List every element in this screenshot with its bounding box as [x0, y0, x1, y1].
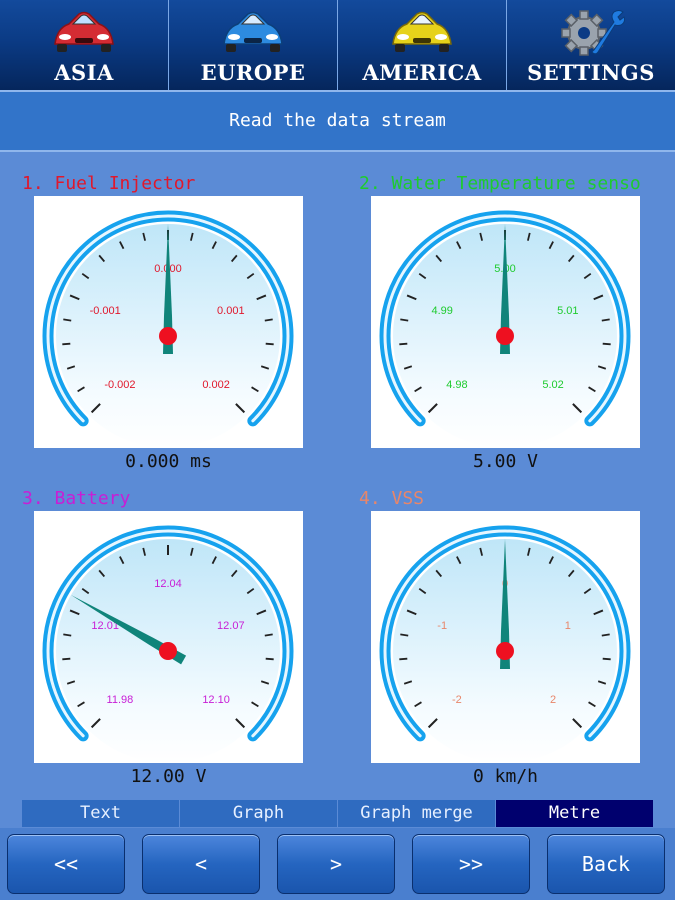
gauge-value: 0.000 ms: [125, 451, 212, 472]
gauge-dial: -2-1012: [371, 511, 640, 763]
gauge-tick: [399, 342, 408, 346]
gauge-tick-label: 4.98: [446, 379, 467, 391]
gauge-pivot: [159, 327, 177, 345]
tab-label: AMERICA: [362, 60, 482, 85]
gauge-value: 5.00 V: [472, 451, 539, 472]
tab-label: SETTINGS: [527, 60, 655, 85]
tab-label: ASIA: [54, 60, 114, 85]
gauge-tick: [399, 657, 408, 661]
gauge-tick: [63, 318, 72, 322]
tab-america[interactable]: AMERICA: [338, 0, 507, 90]
gauge-fuel-injector: 1. Fuel Injector -0.002-0.0010.0000.0010…: [0, 173, 338, 478]
tab-settings[interactable]: SETTINGS: [507, 0, 675, 90]
gauge-tick: [265, 657, 274, 661]
gear-wrench-icon: [561, 10, 626, 56]
tab-label: EUROPE: [200, 60, 306, 85]
title-bar: Read the data stream: [0, 90, 675, 152]
gauge-tick: [264, 633, 273, 637]
gauge-tick-label: -1: [437, 620, 447, 632]
back-button[interactable]: Back: [547, 834, 665, 894]
gauge-dial: -0.002-0.0010.0000.0010.002: [34, 196, 303, 448]
gauge-tick-label: 4.99: [431, 305, 452, 317]
gauge-battery: 3. Battery 11.98 12.01 12.04 12.07 12.10 12.…: [0, 488, 338, 793]
red-car-icon: [54, 11, 114, 52]
gauge-value: 12.00 V: [130, 766, 207, 787]
gauge-tick-label: 11.98: [107, 694, 134, 706]
gauge-tick: [62, 657, 71, 661]
top-nav: ASIA EUROPE AMERICA SETTINGS: [0, 0, 675, 90]
gauge-tick-label: -0.002: [104, 379, 135, 391]
tab-text[interactable]: Text: [22, 800, 180, 827]
gauge-tick: [400, 318, 409, 322]
gauge-tick-label: -2: [452, 694, 462, 706]
gauge-title: 3. Battery: [22, 488, 131, 509]
gauge-tick: [264, 318, 273, 322]
gauge-tick: [601, 318, 610, 322]
gauge-tick: [602, 342, 611, 346]
gauge-tick: [265, 342, 274, 346]
gauge-tick-label: 12.10: [202, 694, 230, 706]
gauge-tick-label: 2: [550, 694, 556, 706]
next-page-button[interactable]: >: [277, 834, 395, 894]
blue-car-icon: [223, 11, 283, 52]
gauge-tick: [62, 342, 71, 346]
page-title: Read the data stream: [229, 110, 446, 131]
tab-europe[interactable]: EUROPE: [169, 0, 338, 90]
first-page-button[interactable]: <<: [7, 834, 125, 894]
yellow-car-icon: [392, 11, 452, 52]
bottom-toolbar: << < > >> Back: [0, 828, 675, 900]
gauge-title: 4. VSS: [359, 488, 425, 509]
view-mode-tabs: Text Graph Graph merge Metre: [22, 800, 653, 827]
gauge-tick: [602, 657, 611, 661]
tab-graph[interactable]: Graph: [180, 800, 338, 827]
gauge-tick-label: 5.01: [557, 305, 578, 317]
gauge-tick-label: 1: [565, 620, 571, 632]
gauge-tick-label: 0.002: [202, 379, 230, 391]
gauge-tick-label: 0.001: [217, 305, 245, 317]
gauge-pivot: [496, 327, 514, 345]
tab-graph-merge[interactable]: Graph merge: [338, 800, 496, 827]
gauge-value: 0 km/h: [472, 766, 539, 787]
gauge-tick-label: 5.02: [542, 379, 563, 391]
previous-page-button[interactable]: <: [142, 834, 260, 894]
gauge-tick: [400, 633, 409, 637]
tab-metre[interactable]: Metre: [496, 800, 653, 827]
gauge-pivot: [496, 642, 514, 660]
tab-asia[interactable]: ASIA: [0, 0, 169, 90]
gauge-dial: 11.98 12.01 12.04 12.07 12.10: [34, 511, 303, 763]
gauge-vss: 4. VSS -2-1012 0 km/h: [337, 488, 675, 793]
gauge-water-temperature: 2. Water Temperature senso 4.984.995.005…: [337, 173, 675, 478]
gauge-dial: 4.984.995.005.015.02: [371, 196, 640, 448]
gauge-tick-label: 12.04: [154, 578, 182, 590]
gauge-title: 2. Water Temperature senso: [359, 173, 641, 194]
gauge-title: 1. Fuel Injector: [22, 173, 196, 194]
last-page-button[interactable]: >>: [412, 834, 530, 894]
gauge-tick-label: -0.001: [90, 305, 121, 317]
gauge-tick: [63, 633, 72, 637]
gauge-pivot: [159, 642, 177, 660]
gauge-tick-label: 12.07: [217, 620, 245, 632]
gauge-tick: [601, 633, 610, 637]
